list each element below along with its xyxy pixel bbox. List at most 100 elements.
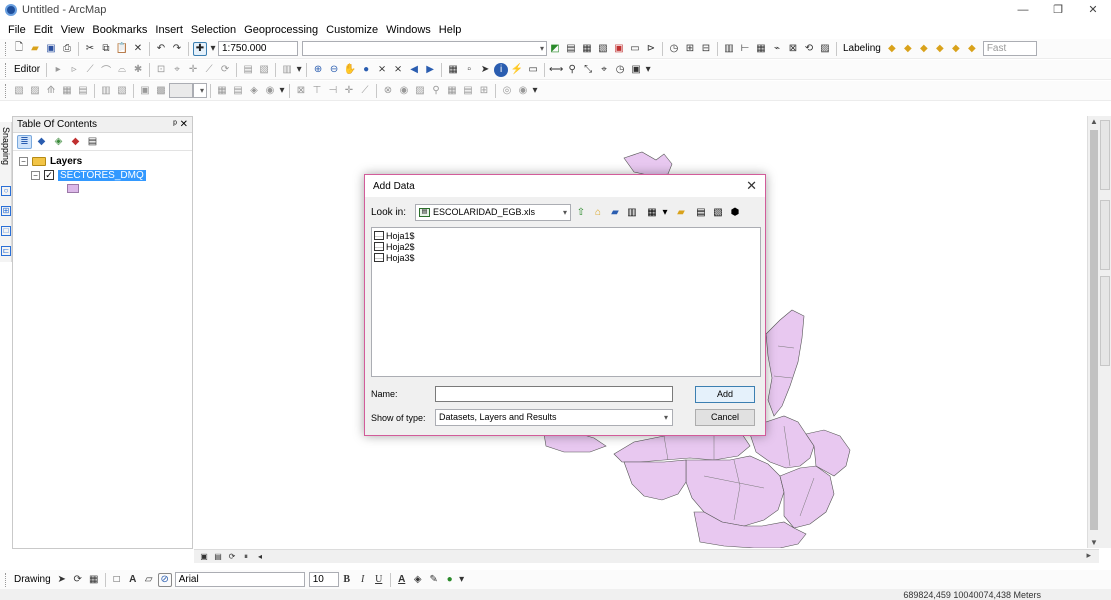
clear-selection-icon[interactable]: ▫ xyxy=(462,63,476,77)
viewer-icon[interactable]: ▣ xyxy=(629,63,643,77)
layer-label[interactable]: SECTORES_DMQ xyxy=(58,169,146,181)
dropdown-icon[interactable]: ▾ xyxy=(296,63,302,77)
connect-database-icon[interactable]: ⬢ xyxy=(728,205,742,219)
topo-tool-j-icon[interactable]: ▦ xyxy=(215,84,229,98)
tool-a-icon[interactable]: ▥ xyxy=(722,42,736,56)
topo-tool-m-icon[interactable]: ◉ xyxy=(263,84,277,98)
topo-tool-f-icon[interactable]: ▥ xyxy=(99,84,113,98)
font-color-icon[interactable]: A xyxy=(395,573,409,587)
callout-icon[interactable]: ▱ xyxy=(142,573,156,587)
layer-visibility-checkbox[interactable]: ✓ xyxy=(44,170,54,180)
html-popup-icon[interactable]: ▭ xyxy=(526,63,540,77)
toc-pin-close[interactable]: ᵖ ✕ xyxy=(173,119,188,130)
delete-icon[interactable]: ✕ xyxy=(131,42,145,56)
label-quality-combo[interactable]: Fast xyxy=(982,41,1037,56)
open-icon[interactable]: ▰ xyxy=(28,42,42,56)
arctoolbox-dock-tab[interactable] xyxy=(1100,276,1110,366)
new-icon[interactable]: 🗋 xyxy=(12,42,26,56)
view-dropdown-icon[interactable]: ▾ xyxy=(662,205,668,219)
data-view-icon[interactable]: ▣ xyxy=(198,551,210,562)
cancel-button[interactable]: Cancel xyxy=(695,409,755,426)
catalog-icon[interactable]: ▤ xyxy=(694,205,708,219)
georef-icon[interactable]: ◷ xyxy=(667,42,681,56)
toolbar-grip[interactable] xyxy=(5,41,8,56)
menu-file[interactable]: File xyxy=(4,24,30,36)
menu-bookmarks[interactable]: Bookmarks xyxy=(88,24,151,36)
georef-f-icon[interactable]: ⊗ xyxy=(381,84,395,98)
name-field[interactable] xyxy=(435,386,673,402)
topo-tool-a-icon[interactable]: ▧ xyxy=(12,84,26,98)
collapse-icon[interactable]: − xyxy=(19,156,28,166)
sketch-properties-icon[interactable]: ▧ xyxy=(257,63,271,77)
menu-help[interactable]: Help xyxy=(435,24,466,36)
fixed-zoom-in-icon[interactable]: ⨯ xyxy=(375,63,389,77)
redo-icon[interactable]: ↷ xyxy=(170,42,184,56)
georef-a-icon[interactable]: ⊠ xyxy=(294,84,308,98)
edit-vertices-icon[interactable]: ⊘ xyxy=(157,572,172,587)
new-item-icon[interactable]: ▧ xyxy=(711,205,725,219)
georef-h-icon[interactable]: ▨ xyxy=(413,84,427,98)
straight-segment-icon[interactable]: ⟋ xyxy=(83,63,97,77)
select-elements-icon[interactable]: ➤ xyxy=(55,573,69,587)
save-icon[interactable]: ▣ xyxy=(44,42,58,56)
edit-vertices-icon[interactable]: ⊡ xyxy=(154,63,168,77)
edit-annotation-icon[interactable]: ▹ xyxy=(67,63,81,77)
copy-icon[interactable]: ⧉ xyxy=(99,42,113,56)
maximize-button[interactable]: ❐ xyxy=(1045,2,1071,18)
close-window-button[interactable]: ✕ xyxy=(1080,2,1106,18)
scroll-up-icon[interactable]: ▲ xyxy=(1090,117,1098,126)
rotate-icon[interactable]: ⟳ xyxy=(218,63,232,77)
font-combo[interactable]: Arial xyxy=(174,572,305,587)
add-data-dropdown-icon[interactable]: ▾ xyxy=(209,42,217,56)
drawing-menu[interactable]: Drawing xyxy=(11,574,54,585)
topology-dropdown[interactable]: ▾ xyxy=(193,83,207,98)
list-by-selection-icon[interactable]: ◆ xyxy=(68,135,83,149)
line-color-icon[interactable]: ✎ xyxy=(427,573,441,587)
select-features-icon[interactable]: ▦ xyxy=(446,63,460,77)
marker-color-icon[interactable]: ● xyxy=(443,573,457,587)
topo-tool-c-icon[interactable]: ⟰ xyxy=(44,84,58,98)
lock-labels-icon[interactable]: ◆ xyxy=(933,42,947,56)
list-by-source-icon[interactable]: ◆ xyxy=(34,135,49,149)
menu-windows[interactable]: Windows xyxy=(382,24,435,36)
table-of-contents-icon[interactable]: ▤ xyxy=(564,42,578,56)
georef-c-icon[interactable]: ⊣ xyxy=(326,84,340,98)
layout-icon[interactable]: ⊞ xyxy=(683,42,697,56)
scroll-down-icon[interactable]: ▼ xyxy=(1090,538,1098,547)
georef-l-icon[interactable]: ⊞ xyxy=(477,84,491,98)
menu-customize[interactable]: Customize xyxy=(322,24,382,36)
dropdown-icon-4[interactable]: ▾ xyxy=(532,84,538,98)
layout-view-icon[interactable]: ▤ xyxy=(212,551,224,562)
zoom-whole-page-icon[interactable]: ▦ xyxy=(87,573,101,587)
full-extent-icon[interactable]: ● xyxy=(359,63,373,77)
tool-e-icon[interactable]: ⊠ xyxy=(786,42,800,56)
edge-snap-icon[interactable]: ⊏ xyxy=(1,246,11,256)
rotate-icon[interactable]: ⟳ xyxy=(71,573,85,587)
dropdown-icon-2[interactable]: ▾ xyxy=(645,63,651,77)
zoom-out-icon[interactable]: ⊖ xyxy=(327,63,341,77)
select-elements-icon[interactable]: ➤ xyxy=(478,63,492,77)
fixed-zoom-out-icon[interactable]: ⨯ xyxy=(391,63,405,77)
file-list-item[interactable]: Hoja2$ xyxy=(374,241,758,252)
scroll-left-icon[interactable]: ◂ xyxy=(254,551,266,562)
font-size-combo[interactable]: 10 xyxy=(308,572,339,587)
topo-tool-l-icon[interactable]: ◈ xyxy=(247,84,261,98)
zoom-in-icon[interactable]: ⊕ xyxy=(311,63,325,77)
reshape-icon[interactable]: ⌖ xyxy=(170,63,184,77)
catalog-icon[interactable]: ▦ xyxy=(580,42,594,56)
topo-tool-e-icon[interactable]: ▤ xyxy=(76,84,90,98)
options-icon[interactable]: ▤ xyxy=(85,135,100,149)
layer-row[interactable]: − ✓ SECTORES_DMQ xyxy=(19,168,192,182)
map-scale-combo[interactable]: 1:750.000 xyxy=(218,41,298,56)
unplaced-labels-icon[interactable]: ◆ xyxy=(965,42,979,56)
back-extent-icon[interactable]: ◀ xyxy=(407,63,421,77)
end-snap-icon[interactable]: ⊞ xyxy=(1,206,11,216)
text-icon[interactable]: A xyxy=(126,573,140,587)
create-features-icon[interactable]: ▥ xyxy=(280,63,294,77)
catalog-dock-tab[interactable] xyxy=(1100,120,1110,190)
dropdown-icon-5[interactable]: ▾ xyxy=(459,573,465,587)
topo-tool-g-icon[interactable]: ▧ xyxy=(115,84,129,98)
cut-icon[interactable]: ✂ xyxy=(83,42,97,56)
cut-polygons-icon[interactable]: ✛ xyxy=(186,63,200,77)
toolbar-grip[interactable] xyxy=(5,62,8,77)
